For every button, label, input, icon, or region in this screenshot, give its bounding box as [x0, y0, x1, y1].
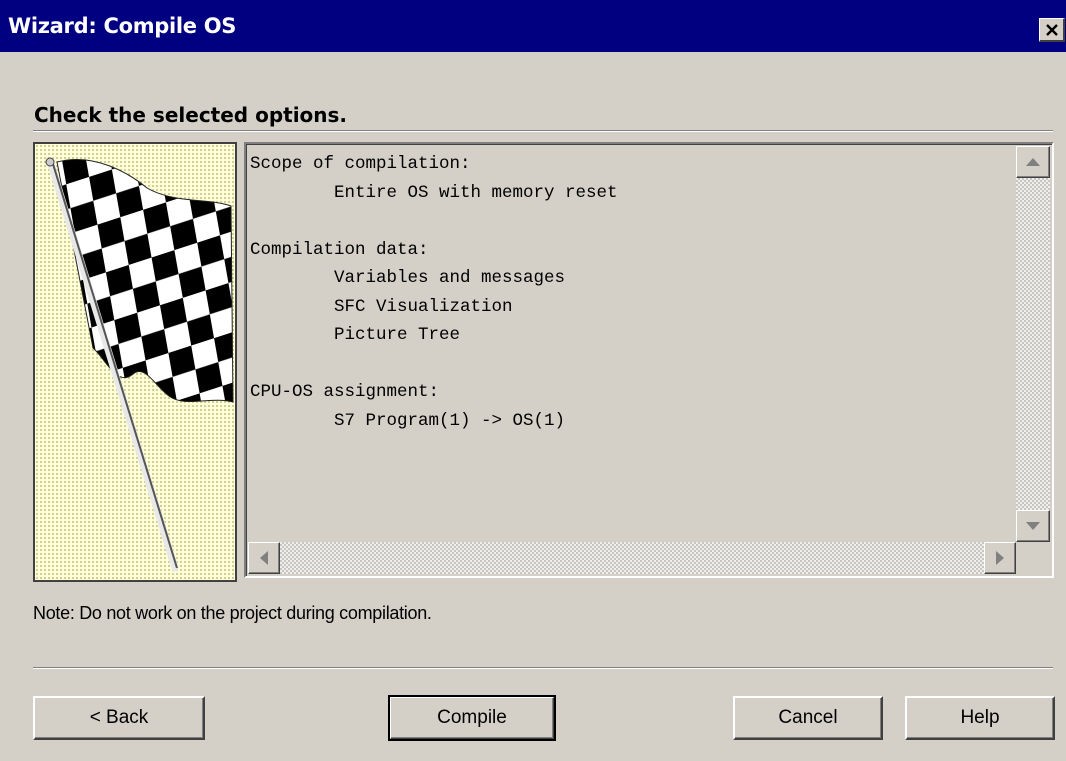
window-title: Wizard: Compile OS — [8, 14, 237, 38]
scroll-up-button[interactable] — [1016, 146, 1050, 178]
title-bar[interactable]: Wizard: Compile OS — [0, 0, 1066, 52]
scroll-down-button[interactable] — [1016, 510, 1050, 542]
cancel-button[interactable]: Cancel — [733, 696, 883, 740]
arrow-left-icon — [260, 551, 268, 565]
arrow-down-icon — [1026, 522, 1040, 530]
compilation-note: Note: Do not work on the project during … — [33, 603, 432, 623]
scroll-right-button[interactable] — [984, 542, 1016, 574]
top-divider — [33, 130, 1053, 132]
wizard-image — [33, 142, 237, 582]
compile-button[interactable]: Compile — [388, 695, 556, 741]
summary-text-box[interactable]: Scope of compilation: Entire OS with mem… — [244, 142, 1054, 578]
arrow-right-icon — [996, 551, 1004, 565]
scrollbar-corner — [1016, 542, 1050, 574]
page-title: Check the selected options. — [34, 103, 348, 127]
bottom-divider — [33, 667, 1053, 669]
close-button[interactable] — [1039, 18, 1065, 42]
help-button[interactable]: Help — [905, 696, 1055, 740]
arrow-up-icon — [1026, 158, 1040, 166]
checkered-flag-icon — [45, 157, 234, 572]
back-button[interactable]: < Back — [33, 696, 205, 740]
horizontal-scrollbar[interactable] — [248, 542, 1016, 574]
vertical-scrollbar[interactable] — [1016, 146, 1050, 542]
close-icon — [1046, 24, 1058, 36]
scroll-left-button[interactable] — [248, 542, 280, 574]
summary-text: Scope of compilation: Entire OS with mem… — [250, 154, 618, 431]
